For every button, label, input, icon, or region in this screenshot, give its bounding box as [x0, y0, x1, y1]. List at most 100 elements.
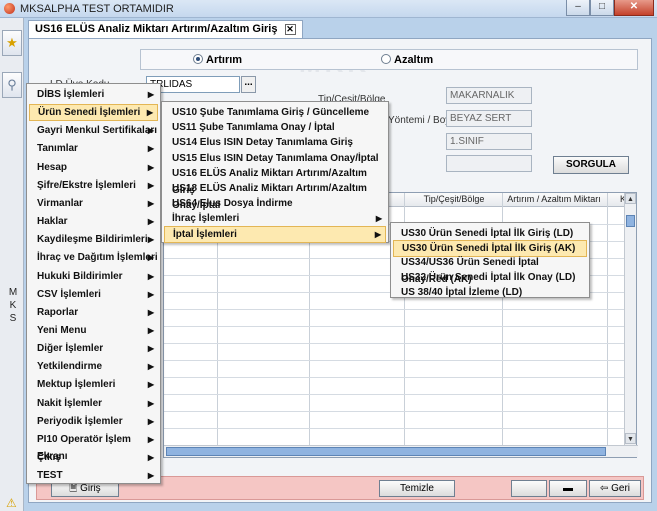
- chevron-right-icon: ▶: [147, 344, 154, 354]
- iptal-submenu-item[interactable]: US 38/40 İptal İzleme (LD): [393, 284, 587, 301]
- chevron-right-icon: ▶: [147, 289, 154, 299]
- main-menu-item[interactable]: Hukuki Bildirimler ▶: [29, 268, 158, 285]
- menu-item-label: US10 Şube Tanımlama Giriş / Güncelleme: [172, 107, 370, 118]
- chevron-right-icon: ▶: [147, 90, 154, 99]
- main-menu-item[interactable]: Mektup İşlemleri ▶: [29, 376, 158, 393]
- menu-item-label: US32 Ürün Senedi İptal İlk Onay (LD): [401, 272, 576, 284]
- chevron-right-icon: ▶: [147, 453, 154, 462]
- ld-lookup-button[interactable]: ...: [241, 76, 256, 93]
- operation-type-radio-group: Artırım Azaltım: [140, 49, 638, 70]
- tip-cesit-bolge-field: [446, 87, 532, 104]
- grid-col-tip-cesit-bolge[interactable]: Tip/Çeşit/Bölge: [406, 194, 502, 204]
- table-row[interactable]: [164, 326, 626, 327]
- horizontal-scroll-thumb[interactable]: [166, 447, 606, 456]
- chevron-right-icon: ▶: [147, 325, 154, 335]
- vertical-scroll-thumb[interactable]: [626, 215, 635, 227]
- menu-item-label: İptal İşlemleri: [173, 228, 237, 240]
- main-menu-item[interactable]: Nakit İşlemler ▶: [29, 395, 158, 412]
- chevron-right-icon: ▶: [146, 108, 153, 118]
- menu-item-label: Yetkilendirme: [37, 361, 103, 373]
- main-menu-item[interactable]: Haklar ▶: [29, 213, 158, 230]
- maximize-button[interactable]: □: [590, 0, 614, 16]
- iptal-submenu: US30 Ürün Senedi İptal İlk Giriş (LD) US3…: [390, 222, 590, 298]
- radio-azaltim[interactable]: Azaltım: [381, 54, 433, 66]
- chevron-right-icon: ▶: [147, 180, 154, 190]
- menu-item-label: TEST: [37, 470, 63, 482]
- table-row[interactable]: [164, 309, 626, 310]
- window-title: MKSALPHA TEST ORTAMIDIR: [20, 3, 174, 15]
- temizle-button[interactable]: Temizle: [379, 480, 455, 497]
- search-button[interactable]: ⚲: [2, 72, 22, 98]
- table-row[interactable]: [164, 394, 626, 395]
- horizontal-scrollbar[interactable]: [164, 445, 638, 457]
- chevron-right-icon: ▶: [147, 434, 154, 444]
- main-menu-item[interactable]: DİBS İşlemleri ▶: [29, 86, 158, 103]
- urun-senedi-submenu-item[interactable]: İptal İşlemleri ▶: [164, 225, 386, 243]
- main-menu-item[interactable]: TEST ▶: [29, 467, 158, 484]
- urun-senedi-submenu: US10 Şube Tanımlama Giriş / Güncelleme US…: [161, 101, 389, 243]
- table-row[interactable]: [164, 377, 626, 378]
- menu-item-label: İhraç ve Dağıtım İşlemleri: [37, 252, 158, 264]
- main-menu-item[interactable]: İhraç ve Dağıtım İşlemleri ▶: [29, 249, 158, 266]
- table-row[interactable]: [164, 411, 626, 412]
- mks-vertical-label: MKS: [8, 287, 18, 324]
- grid-col-miktar[interactable]: Artırım / Azaltım Miktarı: [502, 194, 606, 204]
- favorites-button[interactable]: ★: [2, 30, 22, 56]
- chevron-right-icon: ▶: [147, 271, 154, 281]
- table-row[interactable]: [164, 343, 626, 344]
- main-menu-item[interactable]: Kaydileşme Bildirimleri ▶: [29, 231, 158, 248]
- menu-item-label: Şifre/Ekstre İşlemleri: [37, 179, 136, 191]
- chevron-right-icon: ▶: [147, 235, 154, 245]
- print-button[interactable]: ▬: [549, 480, 587, 497]
- radio-artirim[interactable]: Artırım: [193, 54, 242, 66]
- main-menu-item[interactable]: Diğer İşlemler ▶: [29, 340, 158, 357]
- chevron-right-icon: ▶: [147, 398, 154, 408]
- main-menu-item[interactable]: CSV İşlemleri ▶: [29, 286, 158, 303]
- minimize-button[interactable]: –: [566, 0, 590, 16]
- chevron-right-icon: ▶: [147, 362, 154, 372]
- main-menu-item[interactable]: Hesap ▶: [29, 159, 158, 176]
- chevron-right-icon: ▶: [147, 416, 154, 426]
- chevron-right-icon: ▶: [147, 471, 154, 481]
- menu-item-label: Kaydileşme Bildirimleri: [37, 234, 148, 246]
- chevron-right-icon: ▶: [147, 253, 154, 263]
- menu-item-label: Gayri Menkul Sertifikaları: [37, 125, 158, 137]
- menu-item-label: US15 Elus ISIN Detay Tanımlama Onay/İpta…: [172, 152, 379, 164]
- yontemi-boy-label: Yöntemi / Boy: [388, 115, 451, 126]
- vertical-scrollbar[interactable]: ▲ ▼: [624, 193, 636, 445]
- blank-button[interactable]: [511, 480, 547, 497]
- menu-item-label: US64 Elus Dosya İndirme: [172, 198, 293, 210]
- warning-icon: ⚠: [6, 496, 17, 510]
- main-menu-item[interactable]: Yetkilendirme ▶: [29, 358, 158, 375]
- printer-icon: ▬: [563, 483, 573, 494]
- sorgula-button[interactable]: SORGULA: [553, 156, 629, 174]
- geri-button[interactable]: ⇦ Geri: [589, 480, 641, 497]
- main-menu-item[interactable]: Yeni Menu ▶: [29, 322, 158, 339]
- table-row[interactable]: [164, 360, 626, 361]
- close-window-button[interactable]: ✕: [614, 0, 654, 16]
- window-controls: – □ ✕: [566, 0, 654, 16]
- main-menu-item[interactable]: PI10 Operatör İşlem Ekranı ▶: [29, 431, 158, 462]
- tab-close-icon[interactable]: ✕: [284, 23, 296, 35]
- menu-item-label: US11 Şube Tanımlama Onay / İptal: [172, 122, 335, 134]
- main-menu-item[interactable]: Çıkış ▶: [29, 449, 158, 466]
- main-menu-item[interactable]: Virmanlar ▶: [29, 195, 158, 212]
- left-toolbar: ★ ⚲ MKS ⚠: [0, 18, 24, 511]
- main-menu-item[interactable]: Gayri Menkul Sertifikaları ▶: [29, 122, 158, 139]
- yontemi-boy-field: [446, 110, 532, 127]
- star-icon: ★: [6, 35, 18, 50]
- main-menu-item[interactable]: Ürün Senedi İşlemleri ▶: [29, 104, 158, 122]
- scroll-up-icon[interactable]: ▲: [625, 193, 636, 204]
- menu-item-label: Periyodik İşlemler: [37, 415, 123, 427]
- main-menu-item[interactable]: Şifre/Ekstre İşlemleri ▶: [29, 177, 158, 194]
- main-menu-item[interactable]: Periyodik İşlemler ▶: [29, 413, 158, 430]
- main-menu-item[interactable]: Raporlar ▶: [29, 304, 158, 321]
- scroll-down-icon[interactable]: ▼: [625, 433, 636, 444]
- main-menu-item[interactable]: Tanımlar ▶: [29, 140, 158, 157]
- window-titlebar: MKSALPHA TEST ORTAMIDIR – □ ✕: [0, 0, 657, 18]
- document-icon: 🗎: [69, 483, 81, 494]
- table-row[interactable]: [164, 428, 626, 429]
- tab-us16[interactable]: US16 ELÜS Analiz Miktarı Artırım/Azaltım…: [28, 20, 303, 38]
- menu-item-label: Tanımlar: [37, 143, 78, 155]
- menu-item-label: Mektup İşlemleri: [37, 379, 116, 391]
